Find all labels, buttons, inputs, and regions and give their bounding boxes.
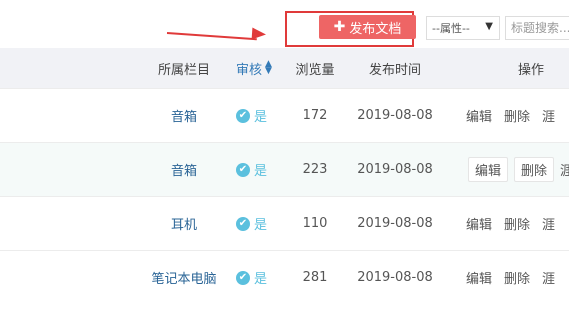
view-count: 281 <box>302 270 328 285</box>
caret-down-icon: ▼ <box>485 21 493 32</box>
table-row: 耳机 ✔ 是 110 2019-08-08 编辑 删除 涯 <box>0 196 569 250</box>
edit-button[interactable]: 编辑 <box>466 268 492 287</box>
title-search-input[interactable] <box>505 16 569 40</box>
publish-document-button[interactable]: ✚ 发布文档 <box>319 15 416 39</box>
edit-button[interactable]: 编辑 <box>466 214 492 233</box>
publish-date: 2019-08-08 <box>357 108 433 123</box>
table-row: 笔记本电脑 ✔ 是 281 2019-08-08 编辑 删除 涯 <box>0 250 569 304</box>
annotation-arrow <box>166 32 257 41</box>
table-row: 音箱 ✔ 是 172 2019-08-08 编辑 删除 涯 <box>0 88 569 142</box>
publish-date: 2019-08-08 <box>357 216 433 231</box>
attribute-select-value: --属性-- <box>432 22 470 35</box>
delete-button[interactable]: 删除 <box>504 106 530 125</box>
edit-button[interactable]: 编辑 <box>466 106 492 125</box>
view-count: 110 <box>302 216 328 231</box>
audit-status[interactable]: 是 <box>254 106 267 125</box>
extra-action-button[interactable]: 涯 <box>560 160 569 179</box>
annotation-arrow-head <box>251 27 267 41</box>
category-link[interactable]: 音箱 <box>171 160 197 179</box>
category-link[interactable]: 音箱 <box>171 106 197 125</box>
header-date: 发布时间 <box>368 62 421 78</box>
publish-date: 2019-08-08 <box>357 270 433 285</box>
audit-status[interactable]: 是 <box>254 160 267 179</box>
header-views: 浏览量 <box>295 62 335 78</box>
header-operations: 操作 <box>518 62 545 78</box>
audit-status[interactable]: 是 <box>254 268 267 287</box>
view-count: 223 <box>302 162 328 177</box>
publish-button-label: 发布文档 <box>349 21 402 37</box>
edit-button[interactable]: 编辑 <box>468 157 509 182</box>
header-audit-label: 审核 <box>236 62 263 78</box>
extra-action-button[interactable]: 涯 <box>542 268 555 287</box>
view-count: 172 <box>302 108 328 123</box>
attribute-select[interactable]: --属性-- ▼ <box>426 16 500 40</box>
delete-button[interactable]: 删除 <box>504 268 530 287</box>
table-row: 音箱 ✔ 是 223 2019-08-08 编辑 删除 涯 <box>0 142 569 196</box>
extra-action-button[interactable]: 涯 <box>542 214 555 233</box>
header-audit[interactable]: 审核 ▲ ▼ <box>236 48 284 88</box>
delete-button[interactable]: 删除 <box>514 157 555 182</box>
check-circle-icon: ✔ <box>236 216 250 231</box>
check-circle-icon: ✔ <box>236 162 250 177</box>
plus-icon: ✚ <box>333 19 346 35</box>
sort-icon: ▲ ▼ <box>265 59 272 76</box>
category-link[interactable]: 笔记本电脑 <box>151 268 216 287</box>
header-category: 所属栏目 <box>157 62 210 78</box>
delete-button[interactable]: 删除 <box>504 214 530 233</box>
category-link[interactable]: 耳机 <box>171 214 197 233</box>
audit-status[interactable]: 是 <box>254 214 267 233</box>
table-header: 所属栏目 审核 ▲ ▼ 浏览量 发布时间 操作 <box>0 48 569 88</box>
check-circle-icon: ✔ <box>236 270 250 285</box>
extra-action-button[interactable]: 涯 <box>542 106 555 125</box>
check-circle-icon: ✔ <box>236 108 250 123</box>
publish-date: 2019-08-08 <box>357 162 433 177</box>
